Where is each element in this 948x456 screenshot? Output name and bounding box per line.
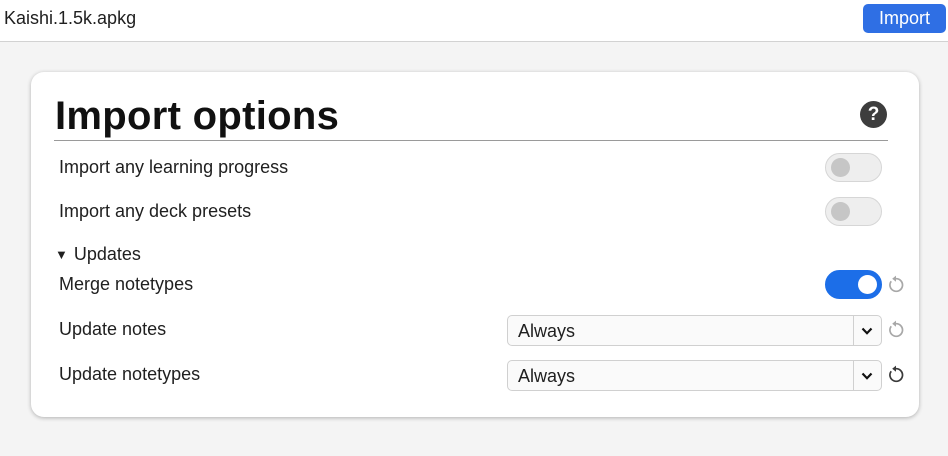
revert-icon[interactable] — [886, 320, 906, 340]
title-divider — [54, 140, 888, 141]
select-divider — [853, 361, 854, 390]
revert-icon[interactable] — [886, 365, 906, 385]
select-divider — [853, 316, 854, 345]
merge-notetypes-label: Merge notetypes — [59, 274, 194, 294]
update-notes-label: Update notes — [59, 319, 167, 339]
help-icon[interactable]: ? — [860, 101, 887, 128]
toggle-knob — [831, 202, 850, 221]
update-notetypes-value: Always — [518, 366, 576, 386]
updates-section-label: Updates — [73, 244, 141, 264]
updates-section-toggle[interactable]: ▼ Updates — [55, 244, 141, 265]
toggle-knob — [831, 158, 850, 177]
chevron-down-icon — [861, 327, 873, 335]
page-title: Import options — [55, 94, 340, 138]
update-notes-value: Always — [518, 321, 576, 341]
merge-notetypes-toggle[interactable] — [825, 270, 882, 299]
top-bar: Kaishi.1.5k.apkg Import — [0, 0, 948, 42]
import-button[interactable]: Import — [863, 4, 946, 33]
chevron-down-icon — [861, 372, 873, 380]
revert-icon[interactable] — [886, 275, 906, 295]
toggle-knob — [858, 275, 877, 294]
import-options-card: Import options ? Import any learning pro… — [31, 72, 919, 417]
triangle-down-icon: ▼ — [55, 247, 68, 262]
file-name: Kaishi.1.5k.apkg — [4, 8, 137, 28]
learning-progress-toggle[interactable] — [825, 153, 882, 182]
update-notes-select[interactable]: Always — [507, 315, 882, 346]
update-notetypes-select[interactable]: Always — [507, 360, 882, 391]
update-notetypes-label: Update notetypes — [59, 364, 201, 384]
deck-presets-toggle[interactable] — [825, 197, 882, 226]
learning-progress-label: Import any learning progress — [59, 157, 289, 177]
deck-presets-label: Import any deck presets — [59, 201, 252, 221]
